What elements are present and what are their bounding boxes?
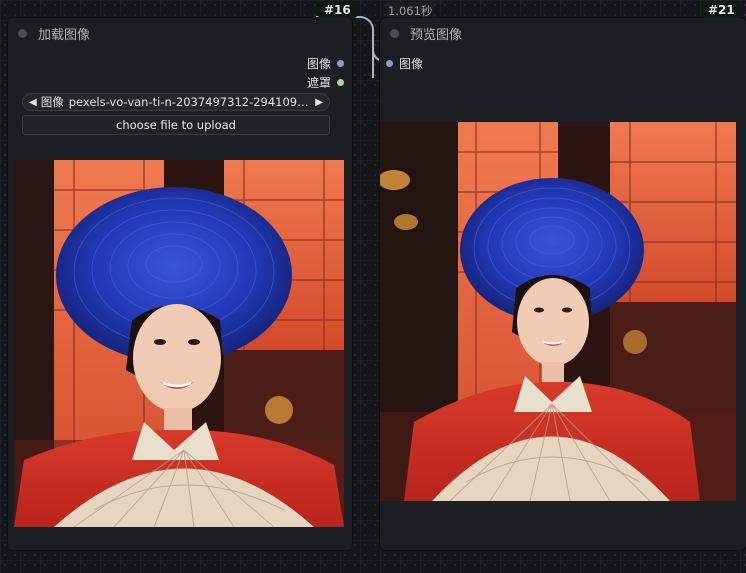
node-id-badge: #21 <box>702 2 741 18</box>
loaded-image <box>14 160 344 527</box>
node-title: 加载图像 <box>38 27 91 43</box>
combo-value: pexels-vo-van-ti-n-2037497312-29410961..… <box>68 95 316 109</box>
output-socket-icon[interactable] <box>337 60 344 67</box>
image-combo-widget[interactable]: ◀ 图像 pexels-vo-van-ti-n-2037497312-29410… <box>22 93 330 111</box>
input-image[interactable]: 图像 <box>386 55 423 72</box>
input-socket-icon[interactable] <box>386 60 393 67</box>
collapse-dot-icon[interactable] <box>390 28 399 38</box>
arrow-right-icon[interactable]: ▶ <box>315 97 323 108</box>
input-label: 图像 <box>399 57 424 71</box>
arrow-left-icon[interactable]: ◀ <box>29 97 37 108</box>
load-image-node[interactable]: 加载图像 图像 遮罩 ◀ 图像 pexels-vo-van-ti-n-20374… <box>8 2 357 550</box>
output-image[interactable]: 图像 <box>307 55 344 72</box>
node-header[interactable]: 预览图像 <box>380 18 746 48</box>
collapse-dot-icon[interactable] <box>18 28 27 38</box>
output-label: 图像 <box>306 57 331 71</box>
upload-button[interactable]: choose file to upload <box>22 115 330 135</box>
preview-image <box>380 122 736 501</box>
node-header[interactable]: 加载图像 <box>8 18 352 48</box>
output-label: 遮罩 <box>306 76 331 90</box>
node-title: 预览图像 <box>410 27 463 43</box>
output-socket-icon[interactable] <box>337 79 344 86</box>
preview-image-node[interactable]: 预览图像 图像 #21 <box>380 2 746 550</box>
node-id-badge: #16 <box>318 2 357 18</box>
output-mask[interactable]: 遮罩 <box>307 74 344 91</box>
combo-name: 图像 <box>40 95 64 109</box>
